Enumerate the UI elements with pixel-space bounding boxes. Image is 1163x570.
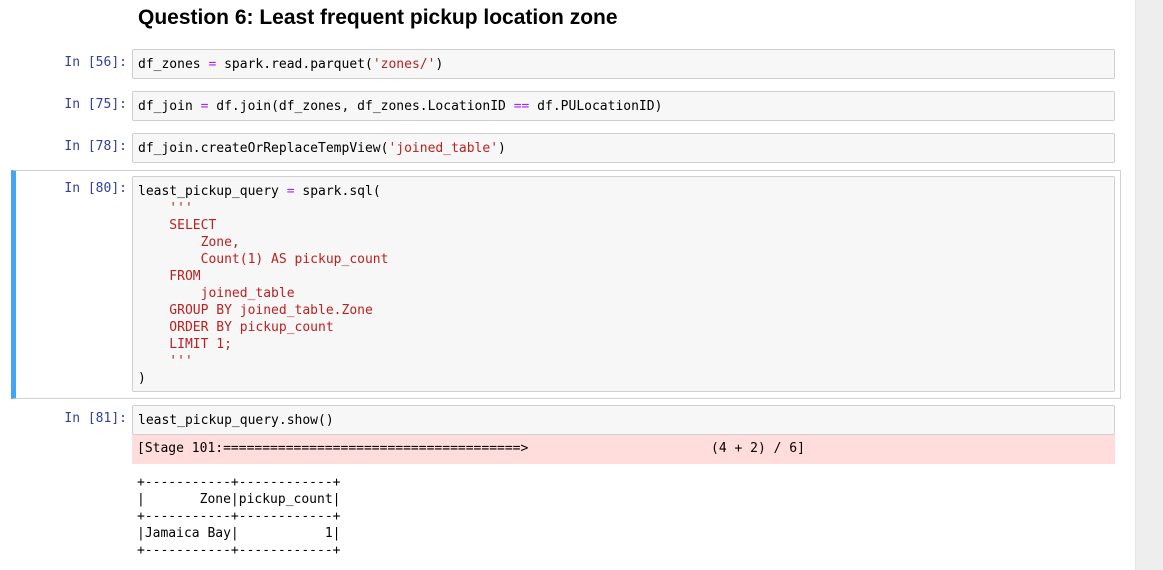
code-text: df_join.createOrReplaceTempView( xyxy=(138,141,389,156)
section-heading: Question 6: Least frequent pickup locati… xyxy=(138,6,618,29)
code-operator: = xyxy=(286,184,295,199)
code-text: df.join(df_zones, df_zones.LocationID xyxy=(208,99,514,114)
cell-prompt: In [56]: xyxy=(64,55,127,70)
sql-line: ''' xyxy=(138,201,193,216)
code-text: df_zones xyxy=(138,57,209,72)
table-row: |Jamaica Bay| 1| xyxy=(137,526,341,541)
table-header-row: | Zone|pickup_count| xyxy=(137,492,341,507)
code-string: 'zones/' xyxy=(372,57,436,72)
code-text: least_pickup_query.show() xyxy=(138,413,334,428)
code-cell-78[interactable]: df_join.createOrReplaceTempView('joined_… xyxy=(132,133,1115,163)
table-border-line: +-----------+------------+ xyxy=(137,509,341,524)
cell-prompt: In [81]: xyxy=(64,411,127,426)
sql-line: FROM xyxy=(138,269,201,284)
code-text: spark.read.parquet( xyxy=(216,57,373,72)
code-cell-56[interactable]: df_zones = spark.read.parquet('zones/') xyxy=(132,49,1115,79)
sql-line: ORDER BY pickup_count xyxy=(138,320,334,335)
sql-line: joined_table xyxy=(138,286,295,301)
code-string: 'joined_table' xyxy=(388,141,499,156)
sql-line: ''' xyxy=(138,354,193,369)
cell-prompt: In [78]: xyxy=(64,139,127,154)
table-border-line: +-----------+------------+ xyxy=(137,475,341,490)
cell-prompt: In [80]: xyxy=(64,181,127,196)
scrollbar-track[interactable] xyxy=(1135,0,1163,570)
code-text: df_join xyxy=(138,99,201,114)
code-cell-75[interactable]: df_join = df.join(df_zones, df_zones.Loc… xyxy=(132,91,1115,121)
sql-line: Count(1) AS pickup_count xyxy=(138,252,389,267)
stage-progress-count: (4 + 2) / 6] xyxy=(711,441,805,456)
code-text: ) xyxy=(435,57,444,72)
code-cell-80[interactable]: least_pickup_query = spark.sql( ''' SELE… xyxy=(132,176,1115,392)
sql-line: GROUP BY joined_table.Zone xyxy=(138,303,373,318)
sql-line: Zone, xyxy=(138,235,240,250)
code-line: least_pickup_query = spark.sql( xyxy=(138,183,1114,200)
code-text: df.PULocationID) xyxy=(529,99,663,114)
code-text: least_pickup_query xyxy=(138,184,287,199)
code-text: spark.sql( xyxy=(294,184,381,199)
sql-line: LIMIT 1; xyxy=(138,337,232,352)
code-operator: == xyxy=(513,99,530,114)
output-table: +-----------+------------+ | Zone|pickup_… xyxy=(137,474,341,559)
stderr-output: [Stage 101:=============================… xyxy=(132,435,1115,464)
notebook-page: Question 6: Least frequent pickup locati… xyxy=(0,0,1163,570)
stage-progress-bar: [Stage 101:=============================… xyxy=(137,441,529,456)
cell-prompt: In [75]: xyxy=(64,97,127,112)
table-border-line: +-----------+------------+ xyxy=(137,543,341,558)
code-line: ) xyxy=(138,371,146,386)
code-text: ) xyxy=(498,141,506,156)
sql-line: SELECT xyxy=(138,218,217,233)
code-cell-81[interactable]: least_pickup_query.show() xyxy=(132,405,1115,435)
